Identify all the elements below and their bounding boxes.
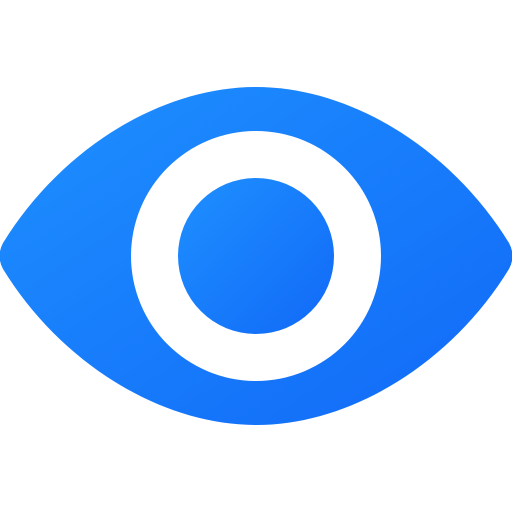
eye-icon	[0, 87, 512, 425]
pupil	[178, 178, 334, 334]
icon-canvas	[0, 0, 512, 512]
